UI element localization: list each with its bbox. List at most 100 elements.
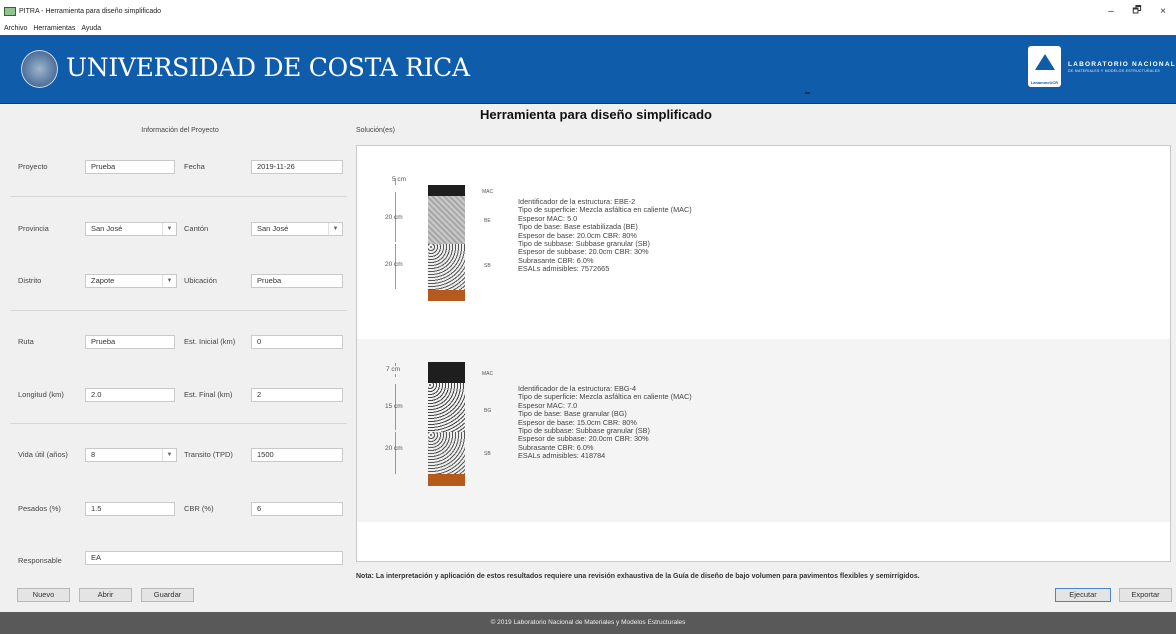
page-title: Herramienta para diseño simplificado <box>480 107 712 122</box>
subbase-code: SB <box>484 451 491 457</box>
solution-card: 7 cm 15 cm 20 cm MAC BG SB Identificador… <box>357 339 1170 522</box>
pesados-field[interactable]: 1.5 <box>85 502 175 516</box>
chevron-down-icon[interactable]: ▼ <box>162 449 176 461</box>
vida-util-select[interactable]: 8 ▼ <box>85 448 177 462</box>
base-layer <box>428 383 465 432</box>
lanamme-logo-icon: LanammeUCR <box>1028 46 1061 87</box>
exportar-button[interactable]: Exportar <box>1119 588 1172 602</box>
lab-name-line2: DE MATERIALES Y MODELOS ESTRUCTURALES <box>1068 69 1161 73</box>
dimension-line <box>395 178 396 185</box>
minimize-button[interactable]: – <box>1098 0 1124 22</box>
mac-code: MAC <box>482 189 494 195</box>
menu-bar: Archivo Herramientas Ayuda <box>0 22 1176 35</box>
detail-line: ESALs admisibles: 7572665 <box>518 264 610 274</box>
window-title: PITRA - Herramienta para diseño simplifi… <box>19 7 162 15</box>
provincia-select[interactable]: San José ▼ <box>85 222 177 236</box>
close-button[interactable]: × <box>1150 0 1176 22</box>
subbase-code: SB <box>484 263 491 269</box>
responsable-label: Responsable <box>18 556 62 565</box>
est-inicial-field[interactable]: 0 <box>251 335 343 349</box>
vida-util-value: 8 <box>91 450 96 459</box>
transito-label: Transito (TPD) <box>184 450 233 459</box>
cbr-field[interactable]: 6 <box>251 502 343 516</box>
provincia-value: San José <box>91 224 123 233</box>
distrito-value: Zapote <box>91 276 115 285</box>
mac-layer <box>428 185 465 196</box>
university-name: UNIVERSIDAD DE COSTA RICA <box>66 53 470 82</box>
abrir-button[interactable]: Abrir <box>79 588 132 602</box>
subbase-layer <box>428 432 465 474</box>
pesados-label: Pesados (%) <box>18 504 61 513</box>
detail-line: ESALs admisibles: 418784 <box>518 451 606 461</box>
base-thickness-label: 15 cm <box>385 403 403 410</box>
separator <box>10 423 347 424</box>
university-seal-icon <box>21 50 58 88</box>
menu-herramientas[interactable]: Herramientas <box>33 25 75 32</box>
longitud-field[interactable]: 2.0 <box>85 388 175 402</box>
distrito-label: Distrito <box>18 276 42 285</box>
canton-label: Cantón <box>184 224 209 233</box>
banner-marker <box>805 92 810 94</box>
subbase-layer <box>428 244 465 290</box>
mac-code: MAC <box>482 371 494 377</box>
base-thickness-label: 20 cm <box>385 214 403 221</box>
longitud-label: Longitud (km) <box>18 390 64 399</box>
transito-field[interactable]: 1500 <box>251 448 343 462</box>
subbase-thickness-label: 20 cm <box>385 445 403 452</box>
est-inicial-label: Est. Inicial (km) <box>184 337 236 346</box>
dimension-line <box>395 374 396 377</box>
separator <box>10 196 347 197</box>
base-code: BE <box>484 218 491 224</box>
ejecutar-button[interactable]: Ejecutar <box>1055 588 1111 602</box>
disclaimer-note: Nota: La interpretación y aplicación de … <box>356 573 920 580</box>
solutions-heading: Solución(es) <box>356 127 395 134</box>
separator <box>10 310 347 311</box>
distrito-select[interactable]: Zapote ▼ <box>85 274 177 288</box>
canton-select[interactable]: San José ▼ <box>251 222 343 236</box>
est-final-label: Est. Final (km) <box>184 390 233 399</box>
responsable-field[interactable]: EA <box>85 551 343 565</box>
mac-thickness-label: 7 cm <box>386 366 401 373</box>
base-code: BG <box>484 408 492 414</box>
solutions-panel: 5 cm 20 cm 20 cm MAC BE SB Identificador… <box>356 145 1171 562</box>
subbase-thickness-label: 20 cm <box>385 261 403 268</box>
subgrade-layer <box>428 474 465 486</box>
app-icon <box>4 6 16 16</box>
ubicacion-field[interactable]: Prueba <box>251 274 343 288</box>
chevron-down-icon[interactable]: ▼ <box>162 275 176 287</box>
restore-button[interactable]: 🗗 <box>1124 0 1150 22</box>
chevron-down-icon[interactable]: ▼ <box>328 223 342 235</box>
fecha-field[interactable]: 2019-11-26 <box>251 160 343 174</box>
guardar-button[interactable]: Guardar <box>141 588 194 602</box>
lab-name: LABORATORIO NACIONAL DE MATERIALES Y MOD… <box>1068 61 1176 73</box>
solution-details: Identificador de la estructura: EBG-4 Ti… <box>518 384 692 461</box>
window-controls: – 🗗 × <box>1098 0 1176 22</box>
nuevo-button[interactable]: Nuevo <box>17 588 70 602</box>
ruta-label: Ruta <box>18 337 34 346</box>
canton-value: San José <box>257 224 289 233</box>
ruta-field[interactable]: Prueba <box>85 335 175 349</box>
solution-card: 5 cm 20 cm 20 cm MAC BE SB Identificador… <box>357 146 1170 339</box>
proyecto-field[interactable]: Prueba <box>85 160 175 174</box>
footer: © 2019 Laboratorio Nacional de Materiale… <box>0 612 1176 634</box>
provincia-label: Provincia <box>18 224 49 233</box>
project-info-heading: Información del Proyecto <box>141 127 219 134</box>
menu-ayuda[interactable]: Ayuda <box>81 25 101 32</box>
base-layer <box>428 196 465 244</box>
est-final-field[interactable]: 2 <box>251 388 343 402</box>
ubicacion-label: Ubicación <box>184 276 217 285</box>
menu-archivo[interactable]: Archivo <box>4 25 27 32</box>
title-bar: PITRA - Herramienta para diseño simplifi… <box>0 0 1176 22</box>
proyecto-label: Proyecto <box>18 162 48 171</box>
mac-layer <box>428 362 465 383</box>
cbr-label: CBR (%) <box>184 504 214 513</box>
dimension-line <box>395 363 396 366</box>
fecha-label: Fecha <box>184 162 205 171</box>
lab-name-line1: LABORATORIO NACIONAL <box>1068 61 1176 68</box>
chevron-down-icon[interactable]: ▼ <box>162 223 176 235</box>
dimension-line <box>395 432 396 474</box>
solution-details: Identificador de la estructura: EBE-2 Ti… <box>518 197 692 274</box>
lanamme-logo-caption: LanammeUCR <box>1030 80 1059 85</box>
subgrade-layer <box>428 290 465 301</box>
vida-util-label: Vida útil (años) <box>18 450 68 459</box>
